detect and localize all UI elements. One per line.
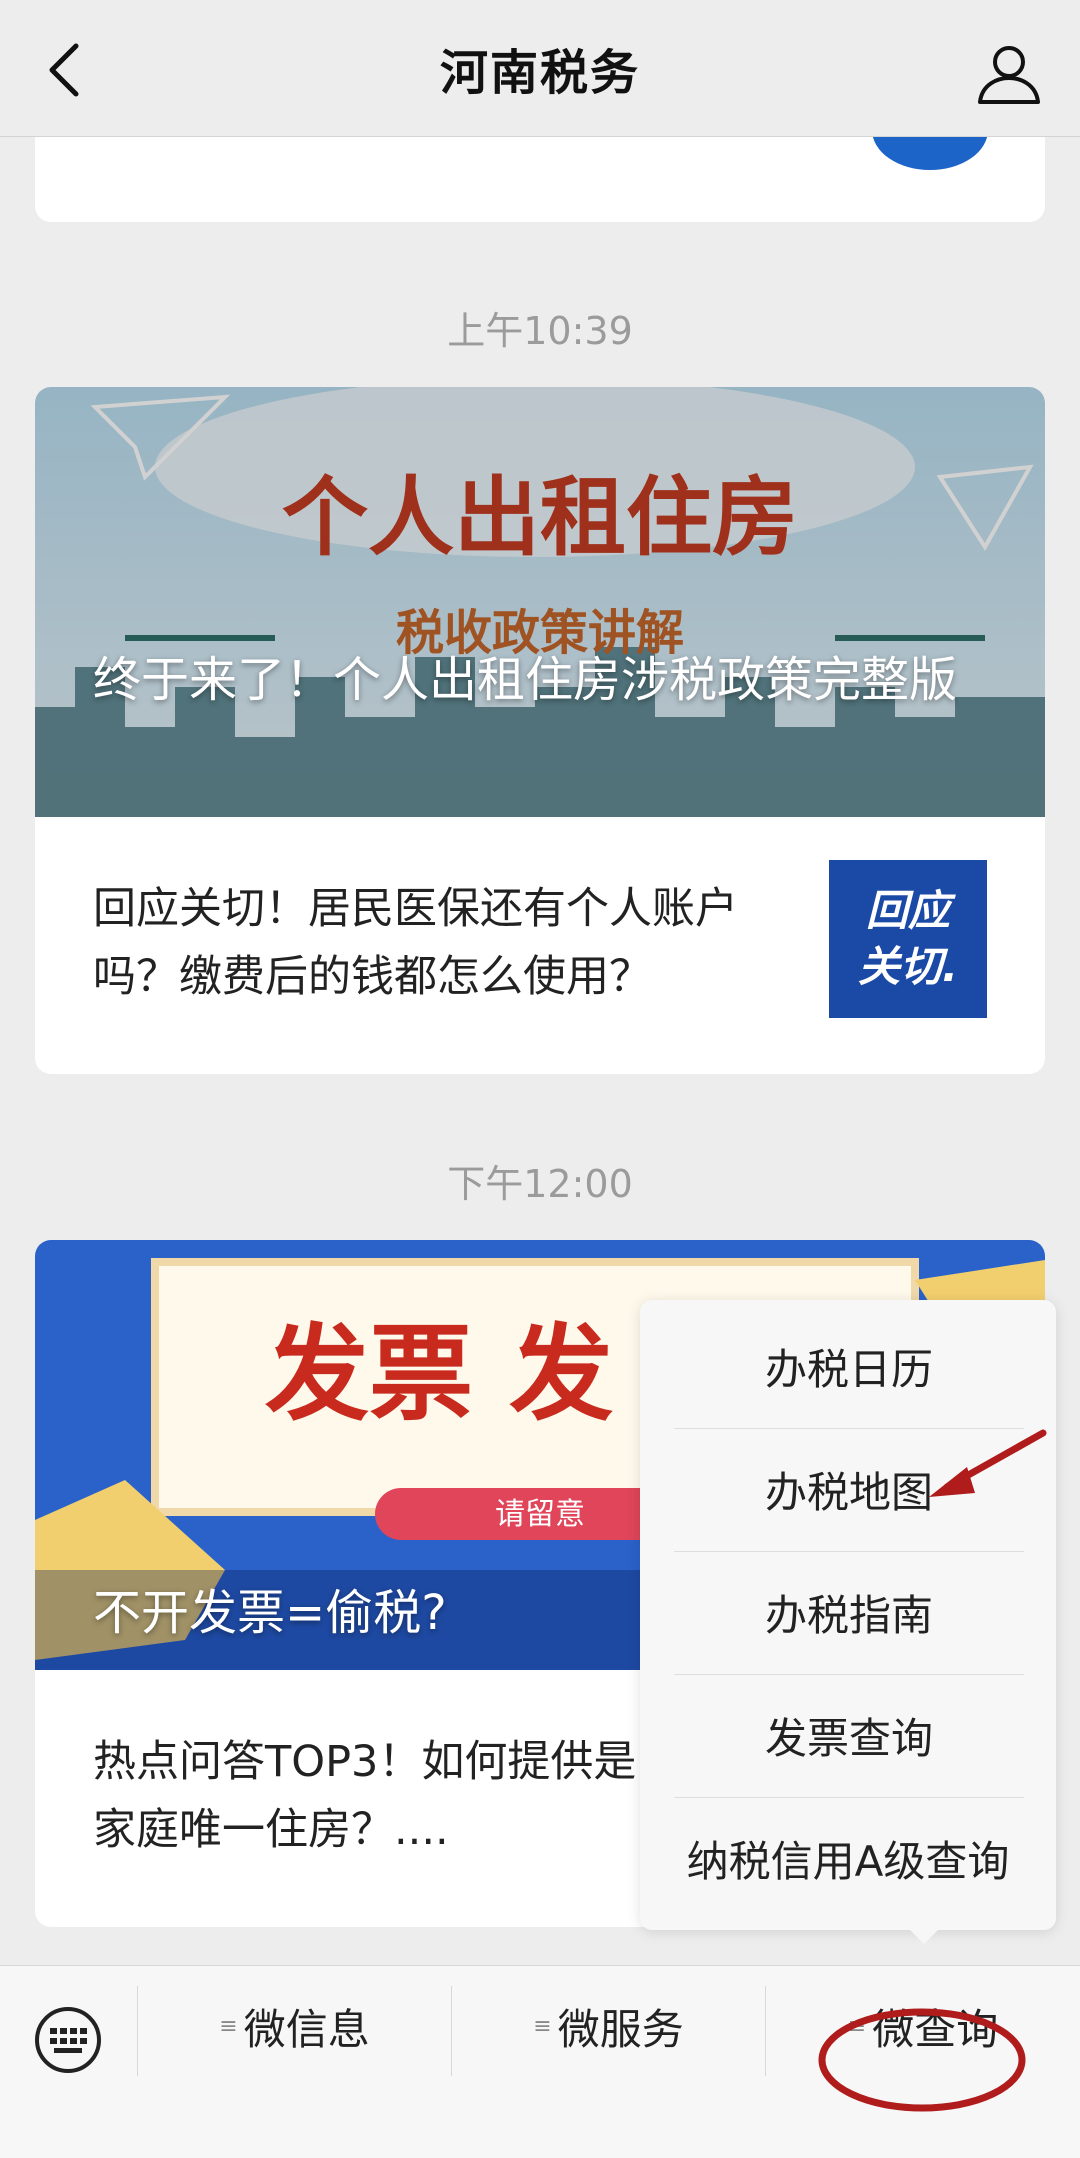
annotation-circle [818,2008,1026,2112]
article-title: 回应关切！居民医保还有个人账户吗？缴费后的钱都怎么使用？ [93,884,738,1002]
menu-item-tax-calendar[interactable]: 办税日历 [674,1305,1024,1429]
cover-image: 个人出租住房 税收政策讲解 [35,387,1045,817]
bottom-menu-bar: ≡ 微信息 ≡ 微服务 ≡ 微查询 [0,1965,1080,2158]
profile-icon[interactable] [974,40,1044,106]
menu-lines-icon: ≡ [533,2013,552,2039]
thumb-line-1: 回应 [865,886,950,935]
cover-badge: 请留意 [495,1497,585,1532]
timestamp: 下午12:00 [447,1162,633,1206]
annotation-arrow-icon [929,1429,1047,1497]
keyboard-icon[interactable] [34,2006,102,2074]
menu-item-tax-guide[interactable]: 办税指南 [674,1551,1024,1675]
article-group-card: 个人出租住房 税收政策讲解 终于来了！个人出租住房涉税政策完整版 回应关切！居民… [35,387,1045,1074]
menu-lines-icon: ≡ [219,2013,238,2039]
header-bar: 河南税务 [0,0,1080,137]
article-title: 热点问答TOP3！如何提供是家庭唯一住房？.... [93,1737,637,1855]
tab-weifuwu[interactable]: ≡ 微服务 [452,1966,765,2086]
popup-pointer [908,1928,940,1944]
menu-item-credit-a-query[interactable]: 纳税信用A级查询 [640,1797,1056,1920]
timestamp: 上午10:39 [447,309,633,353]
article-row[interactable]: 回应关切！居民医保还有个人账户吗？缴费后的钱都怎么使用？ 回应 关切. [35,817,1045,1074]
cover-headline: 发票 发 [265,1313,613,1435]
thumb-line-2: 关切. [858,942,958,991]
back-arrow-icon[interactable] [40,40,90,100]
cover-title: 终于来了！个人出租住房涉税政策完整版 [93,652,958,708]
cover-article[interactable]: 个人出租住房 税收政策讲解 终于来了！个人出租住房涉税政策完整版 [35,387,1045,817]
tab-label: 微信息 [243,2004,370,2054]
tab-weixinxi[interactable]: ≡ 微信息 [138,1966,451,2086]
menu-item-invoice-query[interactable]: 发票查询 [674,1674,1024,1798]
tab-label: 微服务 [557,2004,684,2054]
submenu-popup: 办税日历 办税地图 办税指南 发票查询 纳税信用A级查询 [640,1300,1056,1930]
article-thumbnail: 回应 关切. [829,860,987,1018]
page-title: 河南税务 [439,45,640,101]
